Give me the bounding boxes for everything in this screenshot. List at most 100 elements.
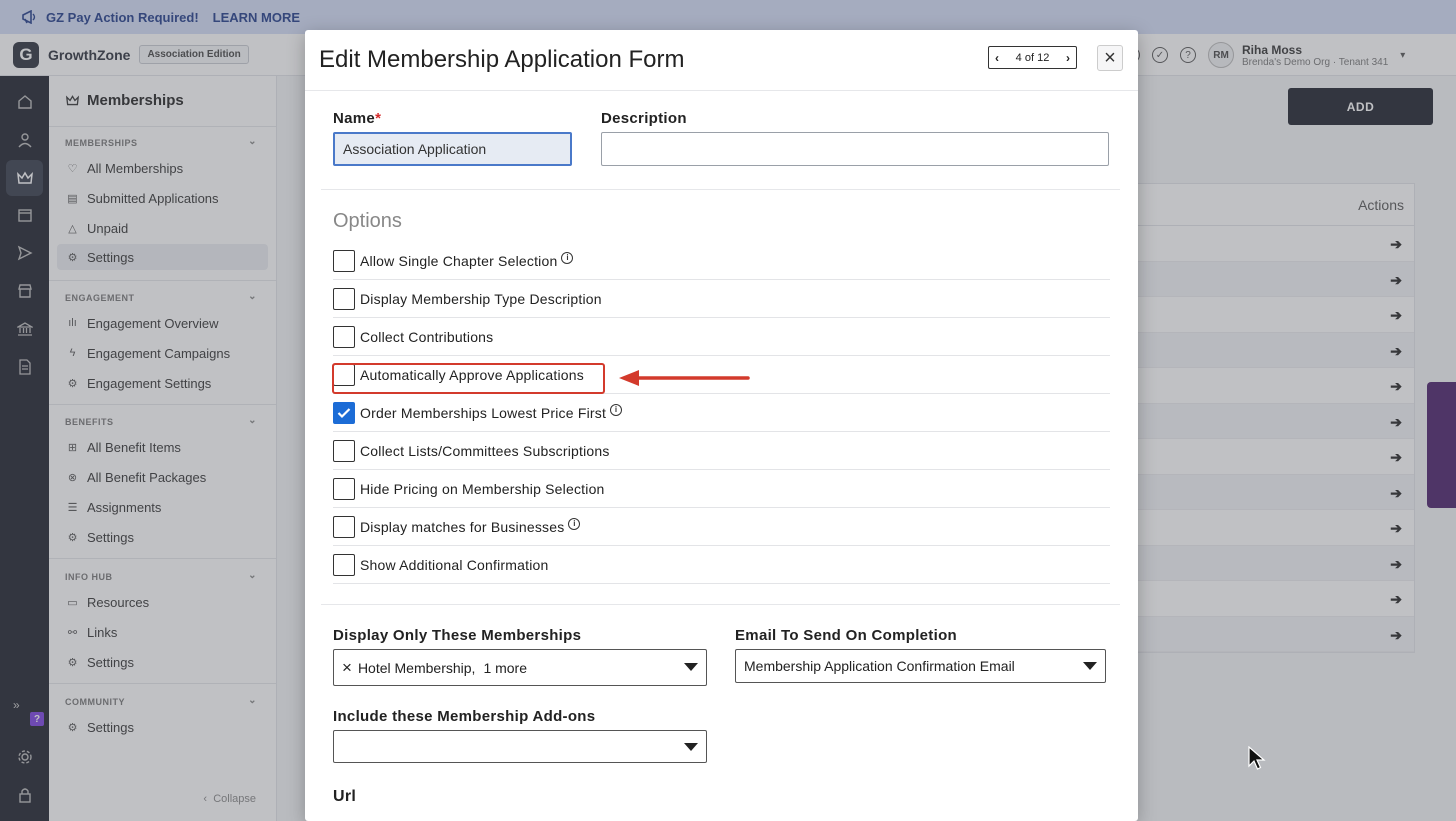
sign-in-icon[interactable]: ➔ xyxy=(1390,520,1402,537)
sidebar-item-engagement-overview[interactable]: ılı Engagement Overview xyxy=(57,310,268,336)
sidebar-item-submitted-applications[interactable]: ▤ Submitted Applications xyxy=(57,185,268,211)
help-icon[interactable]: ? xyxy=(1180,47,1196,63)
chevron-right-icon[interactable]: › xyxy=(1066,51,1070,65)
chevron-down-icon[interactable]: ▾ xyxy=(1400,50,1405,61)
sidebar-item-engagement-campaigns[interactable]: ϟ Engagement Campaigns xyxy=(57,340,268,366)
sidebar-item-info-hub-settings[interactable]: ⚙ Settings xyxy=(57,649,268,675)
option-collect-lists[interactable]: Collect Lists/Committees Subscriptions xyxy=(333,432,1110,470)
calendar-icon[interactable] xyxy=(16,206,34,224)
caret-down-icon[interactable] xyxy=(1083,662,1097,670)
info-icon[interactable]: i xyxy=(610,403,623,416)
crown-icon xyxy=(65,94,80,107)
chevron-down-icon: ⌄ xyxy=(248,570,257,581)
section-community[interactable]: COMMUNITY ⌄ xyxy=(65,695,261,707)
check-circle-icon[interactable]: ✓ xyxy=(1152,47,1168,63)
sidebar-item-unpaid[interactable]: △ Unpaid xyxy=(57,215,268,241)
option-display-matches[interactable]: Display matches for Businesses i xyxy=(333,508,1110,546)
chevron-down-icon: ⌄ xyxy=(248,291,257,302)
name-input[interactable]: Association Application xyxy=(333,132,572,166)
table-row[interactable]: ➔ xyxy=(1138,226,1414,262)
sidebar-item-assignments[interactable]: ☰ Assignments xyxy=(57,494,268,520)
sign-in-icon[interactable]: ➔ xyxy=(1390,414,1402,431)
feedback-side-tab[interactable] xyxy=(1427,382,1456,508)
sign-in-icon[interactable]: ➔ xyxy=(1390,556,1402,573)
person-icon[interactable] xyxy=(16,131,34,149)
chevron-left-icon[interactable]: ‹ xyxy=(995,51,999,65)
sidebar-item-resources[interactable]: ▭ Resources xyxy=(57,589,268,615)
option-allow-single-chapter[interactable]: Allow Single Chapter Selection i xyxy=(333,242,1110,280)
table-row[interactable]: ➔ xyxy=(1138,510,1414,546)
table-row[interactable]: ➔ xyxy=(1138,545,1414,581)
table-row[interactable]: ➔ xyxy=(1138,332,1414,368)
checkbox[interactable] xyxy=(333,439,355,462)
clear-x-icon[interactable]: × xyxy=(342,658,352,678)
table-row[interactable]: ➔ xyxy=(1138,261,1414,297)
table-row[interactable]: ➔ xyxy=(1138,439,1414,475)
display-only-select[interactable]: × Hotel Membership, 1 more xyxy=(333,649,707,686)
sidebar-item-settings[interactable]: ⚙ Settings xyxy=(57,244,268,270)
section-info-hub[interactable]: INFO HUB ⌄ xyxy=(65,570,261,582)
bank-icon[interactable] xyxy=(16,320,34,338)
sidebar-item-engagement-settings[interactable]: ⚙ Engagement Settings xyxy=(57,370,268,396)
add-button[interactable]: ADD xyxy=(1288,88,1433,125)
collapse-button[interactable]: ‹ Collapse xyxy=(203,793,256,805)
option-order-lowest-price[interactable]: Order Memberships Lowest Price First i xyxy=(333,394,1110,432)
checkbox-checked[interactable] xyxy=(333,401,355,424)
info-icon[interactable]: i xyxy=(561,251,574,264)
close-icon[interactable]: × xyxy=(1097,45,1123,71)
addons-select[interactable] xyxy=(333,730,707,763)
section-benefits[interactable]: BENEFITS ⌄ xyxy=(65,415,261,427)
sign-in-icon[interactable]: ➔ xyxy=(1390,485,1402,502)
checkbox[interactable] xyxy=(333,553,355,576)
user-info[interactable]: Riha Moss Brenda's Demo Org · Tenant 341 xyxy=(1242,43,1388,68)
info-icon[interactable]: i xyxy=(568,517,581,530)
table-row[interactable]: ➔ xyxy=(1138,616,1414,652)
table-row[interactable]: ➔ xyxy=(1138,403,1414,439)
sign-in-icon[interactable]: ➔ xyxy=(1390,343,1402,360)
sign-in-icon[interactable]: ➔ xyxy=(1390,272,1402,289)
table-row[interactable]: ➔ xyxy=(1138,474,1414,510)
learn-more-link[interactable]: LEARN MORE xyxy=(213,10,300,25)
expand-icon[interactable]: » xyxy=(13,698,20,712)
checkbox[interactable] xyxy=(333,287,355,310)
checkbox[interactable] xyxy=(333,249,355,272)
caret-down-icon[interactable] xyxy=(684,743,698,751)
option-display-type-description[interactable]: Display Membership Type Description xyxy=(333,280,1110,318)
sign-in-icon[interactable]: ➔ xyxy=(1390,307,1402,324)
table-row[interactable]: ➔ xyxy=(1138,297,1414,333)
home-icon[interactable] xyxy=(16,93,34,111)
sign-in-icon[interactable]: ➔ xyxy=(1390,378,1402,395)
email-select[interactable]: Membership Application Confirmation Emai… xyxy=(735,649,1106,683)
growthzone-logo-icon[interactable]: G xyxy=(13,41,39,68)
section-memberships[interactable]: MEMBERSHIPS ⌄ xyxy=(65,136,261,148)
sign-in-icon[interactable]: ➔ xyxy=(1390,449,1402,466)
description-input[interactable] xyxy=(601,132,1109,166)
option-hide-pricing[interactable]: Hide Pricing on Membership Selection xyxy=(333,470,1110,508)
crown-icon[interactable] xyxy=(6,160,43,196)
table-row[interactable]: ➔ xyxy=(1138,368,1414,404)
send-icon[interactable] xyxy=(16,244,34,262)
avatar[interactable]: RM xyxy=(1208,42,1234,68)
sign-in-icon[interactable]: ➔ xyxy=(1390,627,1402,644)
sidebar-item-all-memberships[interactable]: ♡ All Memberships xyxy=(57,155,268,181)
table-row[interactable]: ➔ xyxy=(1138,581,1414,617)
sign-in-icon[interactable]: ➔ xyxy=(1390,591,1402,608)
sidebar-item-all-benefit-packages[interactable]: ⊗ All Benefit Packages xyxy=(57,464,268,490)
checkbox[interactable] xyxy=(333,515,355,538)
document-icon[interactable] xyxy=(16,358,34,376)
gear-icon[interactable] xyxy=(16,748,34,766)
section-engagement[interactable]: ENGAGEMENT ⌄ xyxy=(65,291,261,303)
option-show-confirmation[interactable]: Show Additional Confirmation xyxy=(333,546,1110,584)
sidebar-item-links[interactable]: ⚯ Links xyxy=(57,619,268,645)
sign-in-icon[interactable]: ➔ xyxy=(1390,236,1402,253)
lock-icon[interactable] xyxy=(16,786,34,804)
sidebar-item-community-settings[interactable]: ⚙ Settings xyxy=(57,714,268,740)
option-collect-contributions[interactable]: Collect Contributions xyxy=(333,318,1110,356)
store-icon[interactable] xyxy=(16,282,34,300)
sidebar-item-benefit-settings[interactable]: ⚙ Settings xyxy=(57,524,268,550)
sidebar-item-all-benefit-items[interactable]: ⊞ All Benefit Items xyxy=(57,434,268,460)
caret-down-icon[interactable] xyxy=(684,663,698,671)
checkbox[interactable] xyxy=(333,325,355,348)
checkbox[interactable] xyxy=(333,477,355,500)
help-badge-icon[interactable]: ? xyxy=(30,712,44,726)
